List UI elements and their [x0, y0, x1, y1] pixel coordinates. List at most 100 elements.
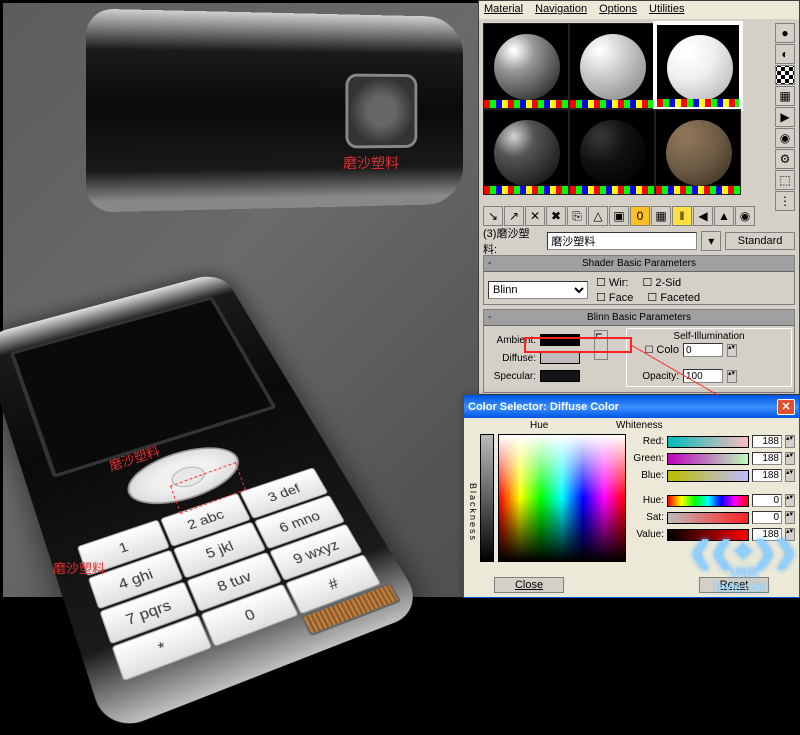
show-end-icon[interactable]: ‖	[672, 206, 692, 226]
specular-label: Specular:	[486, 371, 536, 382]
go-parent-icon[interactable]: ◀	[693, 206, 713, 226]
spinner-icon[interactable]: ▴▾	[785, 452, 795, 465]
annotation-bottom: 磨沙塑料	[53, 558, 105, 577]
make-copy-icon[interactable]: ⎘	[567, 206, 587, 226]
spinner-icon[interactable]: ▴▾	[785, 435, 795, 448]
hue-whiteness-field[interactable]	[498, 434, 626, 562]
background-icon[interactable]	[775, 65, 795, 85]
material-name-row: (3)磨沙塑料: ▾ Standard	[483, 231, 795, 251]
make-preview-icon[interactable]: ◉	[775, 128, 795, 148]
material-editor: Material Navigation Options Utilities ● …	[478, 0, 800, 395]
red-input[interactable]	[752, 435, 782, 448]
spinner-icon[interactable]: ▴▾	[727, 344, 737, 357]
green-label: Green:	[630, 453, 664, 464]
blue-slider[interactable]	[667, 470, 749, 482]
menu-utilities[interactable]: Utilities	[649, 3, 684, 17]
phone-front-view: 1 2 abc 3 def 4 ghi 5 jkl 6 mno 7 pqrs 8…	[0, 244, 504, 645]
rollout-header[interactable]: Shader Basic Parameters	[484, 256, 794, 272]
hue-header-label: Hue	[530, 420, 548, 431]
rollout-header[interactable]: Blinn Basic Parameters	[484, 310, 794, 326]
blackness-slider[interactable]	[480, 434, 494, 562]
watermark-name: 飞特网	[725, 564, 758, 580]
twosided-check[interactable]: ☐ 2-Sid	[642, 276, 681, 289]
mat-slot-2[interactable]	[569, 23, 655, 109]
get-material-icon[interactable]: ↘	[483, 206, 503, 226]
sat-slider[interactable]	[667, 512, 749, 524]
sphere-icon	[494, 34, 560, 100]
sphere-icon	[666, 120, 732, 186]
blue-label: Blue:	[630, 470, 664, 481]
phone-body: 1 2 abc 3 def 4 ghi 5 jkl 6 mno 7 pqrs 8…	[0, 271, 426, 735]
value-label: Value:	[630, 529, 664, 540]
material-slots	[483, 23, 799, 195]
dialog-title: Color Selector: Diffuse Color	[468, 401, 619, 413]
select-by-mat-icon[interactable]: ⬚	[775, 170, 795, 190]
go-forward-icon[interactable]: ▲	[714, 206, 734, 226]
material-name-input[interactable]	[547, 232, 697, 250]
selfillum-spinner[interactable]	[683, 343, 723, 357]
shader-select[interactable]: Blinn	[488, 281, 588, 299]
annotation-highlight-diffuse	[524, 337, 632, 353]
mat-slot-3-selected[interactable]	[655, 23, 741, 109]
diffuse-swatch[interactable]	[540, 352, 580, 364]
mat-id-icon[interactable]: 0	[630, 206, 650, 226]
blue-input[interactable]	[752, 469, 782, 482]
sat-label: Sat:	[630, 512, 664, 523]
menubar: Material Navigation Options Utilities	[479, 1, 799, 19]
mat-index-label: (3)磨沙塑料:	[483, 225, 543, 257]
mat-slot-1[interactable]	[483, 23, 569, 109]
sphere-icon	[494, 120, 560, 186]
assign-icon[interactable]: ✕	[525, 206, 545, 226]
reset-icon[interactable]: ✖	[546, 206, 566, 226]
sample-uv-icon[interactable]: ▦	[775, 86, 795, 106]
shader-basic-rollout: Shader Basic Parameters Blinn ☐ Wir: ☐ 2…	[483, 255, 795, 305]
hue-slider[interactable]	[667, 495, 749, 507]
phone-side-view	[86, 9, 463, 213]
put-to-scene-icon[interactable]: ↗	[504, 206, 524, 226]
wings-icon: ❮❮✦❯❯	[688, 542, 794, 564]
selfillum-group-label: Self-Illumination	[629, 331, 789, 342]
make-unique-icon[interactable]: △	[588, 206, 608, 226]
wire-check[interactable]: ☐ Wir:	[596, 276, 628, 289]
dialog-titlebar[interactable]: Color Selector: Diffuse Color ✕	[464, 396, 799, 418]
spinner-icon[interactable]: ▴▾	[785, 511, 795, 524]
menu-material[interactable]: Material	[484, 3, 523, 17]
facemap-check[interactable]: ☐ Face	[596, 291, 633, 304]
name-dropdown-icon[interactable]: ▾	[701, 231, 721, 251]
mat-slot-6[interactable]	[655, 109, 741, 195]
spinner-icon[interactable]: ▴▾	[785, 469, 795, 482]
mat-slot-5[interactable]	[569, 109, 655, 195]
type-button[interactable]: Standard	[725, 232, 795, 250]
faceted-check[interactable]: ☐ Faceted	[647, 291, 700, 304]
annotation-side: 磨沙塑料	[343, 153, 399, 173]
menu-navigation[interactable]: Navigation	[535, 3, 587, 17]
blackness-label: Blackness	[468, 420, 480, 576]
spinner-icon[interactable]: ▴▾	[785, 494, 795, 507]
red-label: Red:	[630, 436, 664, 447]
specular-swatch[interactable]	[540, 370, 580, 382]
hue-input[interactable]	[752, 494, 782, 507]
phone-keypad: 1 2 abc 3 def 4 ghi 5 jkl 6 mno 7 pqrs 8…	[77, 467, 381, 681]
red-slider[interactable]	[667, 436, 749, 448]
green-input[interactable]	[752, 452, 782, 465]
spinner-icon[interactable]: ▴▾	[727, 370, 737, 383]
close-icon[interactable]: ✕	[777, 399, 795, 415]
show-map-icon[interactable]: ▦	[651, 206, 671, 226]
sample-type-icon[interactable]: ●	[775, 23, 795, 43]
side-toolbar: ● ◐ ▦ ▶ ◉ ⚙ ⬚ ⋮	[775, 23, 797, 211]
green-slider[interactable]	[667, 453, 749, 465]
backlight-icon[interactable]: ◐	[775, 44, 795, 64]
menu-options[interactable]: Options	[599, 3, 637, 17]
mat-slot-4[interactable]	[483, 109, 569, 195]
options-icon[interactable]: ⚙	[775, 149, 795, 169]
video-check-icon[interactable]: ▶	[775, 107, 795, 127]
sphere-icon	[667, 35, 733, 101]
horizontal-toolbar: ↘ ↗ ✕ ✖ ⎘ △ ▣ 0 ▦ ‖ ◀ ▲ ◉	[483, 205, 795, 227]
watermark-url: fevte.com	[715, 580, 767, 594]
diffuse-label: Diffuse:	[486, 353, 536, 364]
put-to-lib-icon[interactable]: ▣	[609, 206, 629, 226]
close-button[interactable]: Close	[494, 577, 564, 593]
pick-icon[interactable]: ◉	[735, 206, 755, 226]
sat-input[interactable]	[752, 511, 782, 524]
sphere-icon	[580, 34, 646, 100]
